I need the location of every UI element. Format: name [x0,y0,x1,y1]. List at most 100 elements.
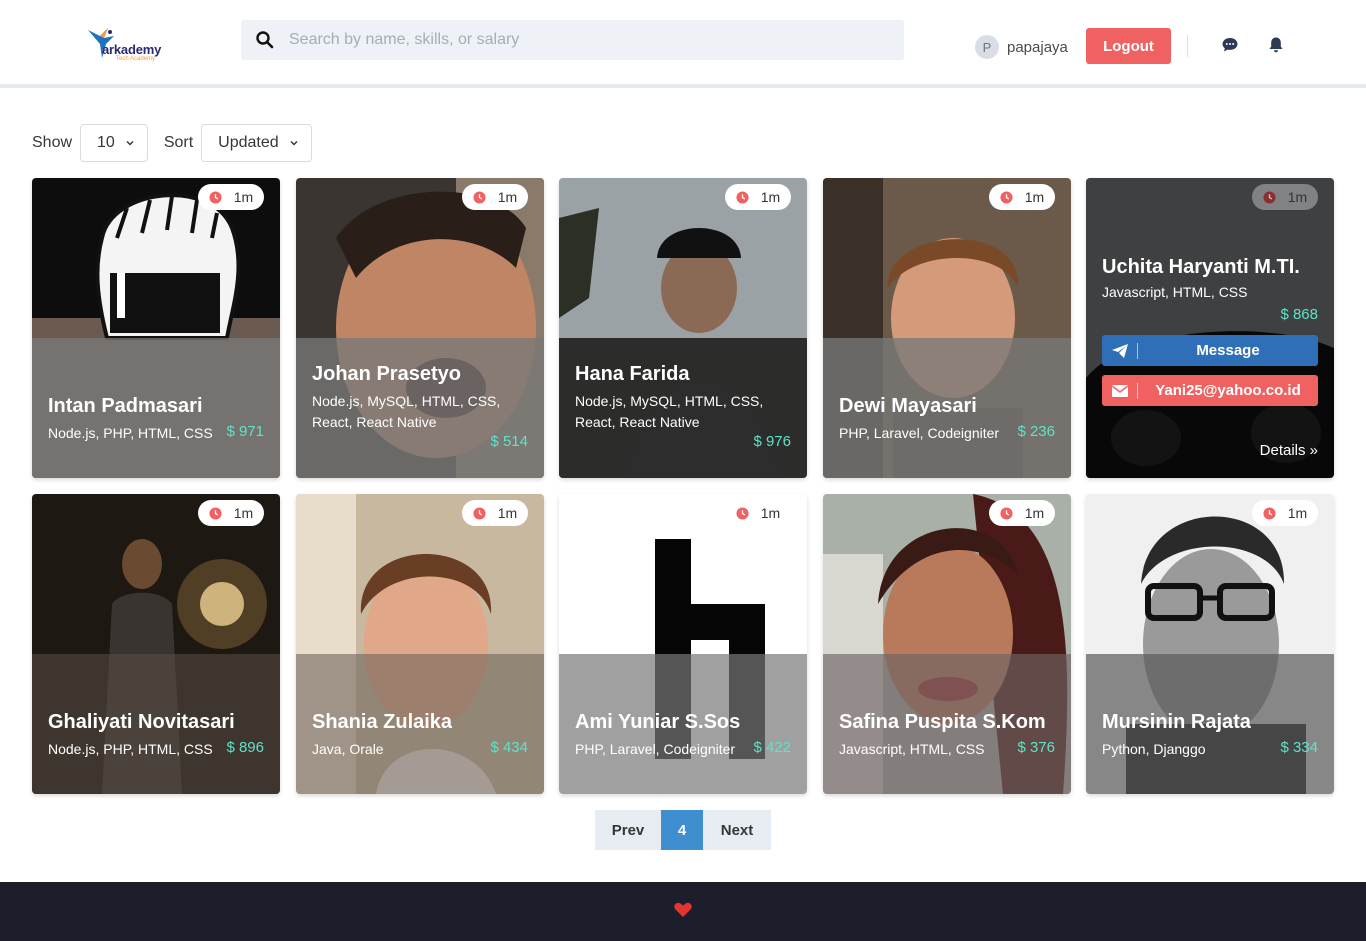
talent-card[interactable]: 1m Ami Yuniar S.Sos PHP, Laravel, Codeig… [559,494,807,794]
card-info: Johan Prasetyo Node.js, MySQL, HTML, CSS… [312,363,528,433]
clock-icon [1000,190,1013,204]
talent-card-hovered[interactable]: 1m Uchita Haryanti M.TI. Javascript, HTM… [1086,178,1334,478]
card-overlay: Hana Farida Node.js, MySQL, HTML, CSS, R… [559,338,807,478]
time-text: 1m [497,505,518,521]
clock-icon [473,506,486,520]
talent-skills: Node.js, MySQL, HTML, CSS, React, React … [312,393,501,430]
time-text: 1m [1024,189,1045,205]
user-menu[interactable]: P papajaya [975,35,1068,59]
message-button[interactable]: Message [1102,335,1318,366]
clock-icon [473,190,486,204]
card-overlay: Intan Padmasari Node.js, PHP, HTML, CSS … [32,338,280,478]
top-navbar: arkademy Tech Academy P papajaya Logout [0,0,1366,88]
time-text: 1m [233,505,254,521]
talent-name: Hana Farida [575,363,690,385]
time-badge: 1m [725,500,791,526]
clock-icon [209,190,222,204]
time-badge: 1m [198,500,264,526]
sort-label: Sort [163,134,194,151]
talent-salary: $ 422 [753,739,791,756]
talent-name: Safina Puspita S.Kom [839,711,1046,733]
card-overlay: Ami Yuniar S.Sos PHP, Laravel, Codeignit… [559,654,807,794]
time-text: 1m [760,505,781,521]
show-count-select[interactable]: 10 [80,124,148,162]
logout-button[interactable]: Logout [1086,28,1171,64]
brand-tagline: Tech Academy [116,56,156,62]
paper-plane-icon [1102,342,1138,359]
talent-card[interactable]: 1m Hana Farida Node.js, MySQL, HTML, CSS… [559,178,807,478]
username: papajaya [1007,38,1068,56]
brand-name: arkademy [102,42,162,57]
talent-salary: $ 976 [753,433,791,450]
talent-salary: $ 971 [226,423,264,440]
talent-salary: $ 376 [1017,739,1055,756]
card-overlay: Johan Prasetyo Node.js, MySQL, HTML, CSS… [296,338,544,478]
pagination: Prev 4 Next [595,810,771,850]
chevron-down-icon [126,140,134,146]
card-overlay: Ghaliyati Novitasari Node.js, PHP, HTML,… [32,654,280,794]
email-button[interactable]: Yani25@yahoo.co.id [1102,375,1318,406]
talent-card[interactable]: 1m Safina Puspita S.Kom Javascript, HTML… [823,494,1071,794]
brand-logo[interactable]: arkademy Tech Academy [86,22,186,68]
talent-salary: $ 514 [490,433,528,450]
time-badge: 1m [1252,500,1318,526]
time-text: 1m [1287,505,1308,521]
time-badge: 1m [989,500,1055,526]
talent-name: Shania Zulaika [312,711,453,733]
time-badge: 1m [462,500,528,526]
footer [0,882,1366,941]
chat-icon[interactable] [1221,36,1239,54]
card-overlay: Safina Puspita S.Kom Javascript, HTML, C… [823,654,1071,794]
talent-name: Uchita Haryanti M.TI. [1102,256,1300,278]
talent-salary: $ 236 [1017,423,1055,440]
time-text: 1m [1024,505,1045,521]
talent-card[interactable]: 1m Johan Prasetyo Node.js, MySQL, HTML, … [296,178,544,478]
talent-salary: $ 868 [1280,306,1318,323]
talent-name: Dewi Mayasari [839,395,977,417]
talent-card[interactable]: 1m Dewi Mayasari PHP, Laravel, Codeignit… [823,178,1071,478]
card-info: Hana Farida Node.js, MySQL, HTML, CSS, R… [575,363,791,433]
message-label: Message [1196,342,1260,359]
talent-card[interactable]: 1m Intan Padmasari Node.js, PHP, HTML, C… [32,178,280,478]
header-divider [1187,35,1188,57]
time-text: 1m [233,189,254,205]
search-icon [256,31,274,49]
time-badge: 1m [462,184,528,210]
search-input[interactable] [289,20,889,60]
avatar: P [975,35,999,59]
clock-icon [1263,190,1276,204]
talent-name: Mursinin Rajata [1102,711,1251,733]
bell-icon[interactable] [1267,36,1285,54]
talent-card[interactable]: 1m Ghaliyati Novitasari Node.js, PHP, HT… [32,494,280,794]
card-overlay: Dewi Mayasari PHP, Laravel, Codeigniter … [823,338,1071,478]
time-text: 1m [1287,189,1308,205]
talent-name: Intan Padmasari [48,395,203,417]
clock-icon [209,506,222,520]
sort-value: Updated [218,134,279,151]
sort-select[interactable]: Updated [201,124,312,162]
card-hover-overlay [1086,178,1334,478]
talent-skills: Javascript, HTML, CSS [1102,284,1248,300]
clock-icon [736,506,749,520]
time-badge: 1m [725,184,791,210]
envelope-icon [1102,382,1138,399]
list-controls: Show 10 Sort Updated [32,124,328,162]
prev-page-button[interactable]: Prev [595,810,661,850]
talent-name: Johan Prasetyo [312,363,461,385]
talent-name: Ami Yuniar S.Sos [575,711,741,733]
talent-salary: $ 334 [1280,739,1318,756]
time-badge: 1m [1252,184,1318,210]
talent-card[interactable]: 1m Mursinin Rajata Python, Djanggo $ 334 [1086,494,1334,794]
details-link[interactable]: Details » [1260,442,1318,459]
clock-icon [1263,506,1276,520]
talent-skills: Node.js, MySQL, HTML, CSS, React, React … [575,393,764,430]
talent-card[interactable]: 1m Shania Zulaika Java, Orale $ 434 [296,494,544,794]
search-bar [241,20,904,60]
email-label: Yani25@yahoo.co.id [1155,382,1301,399]
show-label: Show [32,134,73,151]
card-overlay: Mursinin Rajata Python, Djanggo $ 334 [1086,654,1334,794]
heart-icon [674,902,692,917]
talent-salary: $ 434 [490,739,528,756]
current-page-button[interactable]: 4 [661,810,703,850]
next-page-button[interactable]: Next [703,810,771,850]
